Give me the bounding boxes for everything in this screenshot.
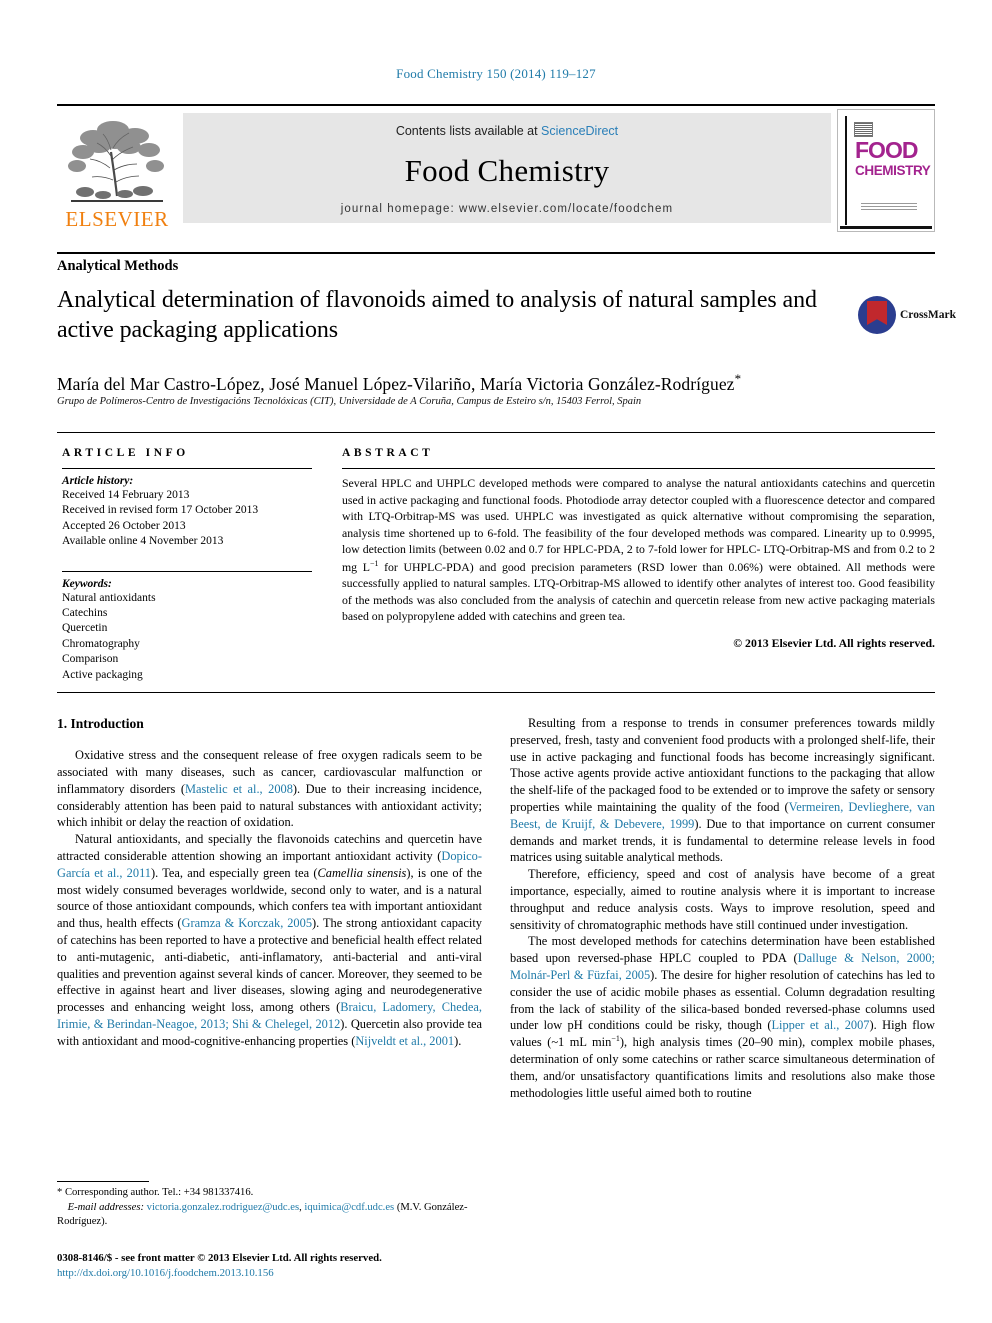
journal-cover-thumbnail: FOOD CHEMISTRY: [837, 109, 935, 232]
contents-available-line: Contents lists available at ScienceDirec…: [396, 124, 618, 138]
introduction-heading: 1. Introduction: [57, 716, 144, 731]
body-superscript: −1: [611, 1034, 620, 1044]
journal-masthead: ELSEVIER Contents lists available at Sci…: [57, 104, 935, 232]
crossmark-badge[interactable]: CrossMark: [858, 292, 956, 338]
article-history-item: Received in revised form 17 October 2013: [62, 504, 259, 517]
citation-link[interactable]: Mastelic et al., 2008: [185, 782, 293, 796]
cover-stamp-icon: [854, 122, 873, 137]
abstract-part-2: for UHPLC-PDA) and good precision parame…: [342, 559, 935, 624]
citation-link[interactable]: Nijveldt et al., 2001: [355, 1034, 454, 1048]
running-head: Food Chemistry 150 (2014) 119–127: [396, 66, 596, 81]
paragraph: Natural antioxidants, and specially the …: [57, 831, 482, 1049]
paragraph: The most developed methods for catechins…: [510, 933, 935, 1101]
article-info-heading: ARTICLE INFO: [62, 447, 189, 459]
email-label: E-mail addresses:: [67, 1201, 144, 1213]
article-info-block: ARTICLE INFO Article history: Received 1…: [62, 447, 312, 683]
elsevier-tree-icon: [68, 121, 164, 202]
abstract-copyright: © 2013 Elsevier Ltd. All rights reserved…: [733, 635, 935, 650]
keywords-label: Keywords:: [62, 577, 112, 590]
cover-title-food: FOOD: [855, 137, 918, 163]
email-note: E-mail addresses: victoria.gonzalez.rodr…: [57, 1201, 487, 1230]
keyword-item: Natural antioxidants: [62, 591, 156, 604]
paragraph: Therefore, efficiency, speed and cost of…: [510, 867, 935, 932]
corresponding-author-note: * Corresponding author. Tel.: +34 981337…: [57, 1187, 254, 1198]
affiliation: Grupo de Polímeros-Centro de Investigaci…: [57, 396, 642, 407]
abstract-text: Several HPLC and UHPLC developed methods…: [342, 475, 935, 625]
keyword-item: Comparison: [62, 653, 119, 666]
keywords-rule: [62, 570, 312, 572]
article-history-label: Article history:: [62, 475, 134, 487]
keyword-item: Chromatography: [62, 637, 140, 650]
cover-inner: FOOD CHEMISTRY: [845, 116, 931, 225]
page-title: Analytical determination of flavonoids a…: [57, 287, 817, 344]
keyword-item: Quercetin: [62, 622, 108, 635]
elsevier-logo: ELSEVIER: [57, 113, 177, 232]
email-link-1[interactable]: victoria.gonzalez.rodriguez@udc.es: [147, 1202, 299, 1213]
elsevier-wordmark: ELSEVIER: [65, 207, 169, 231]
journal-banner: Contents lists available at ScienceDirec…: [183, 113, 831, 223]
article-history-item: Accepted 26 October 2013: [62, 519, 186, 532]
info-block-top-rule: [57, 432, 935, 433]
paragraph: Oxidative stress and the consequent rele…: [57, 747, 482, 831]
crossmark-icon: [858, 296, 896, 334]
abstract-block: ABSTRACT Several HPLC and UHPLC develope…: [342, 447, 935, 651]
crossmark-label: CrossMark: [900, 309, 957, 321]
doi-link[interactable]: http://dx.doi.org/10.1016/j.foodchem.201…: [57, 1266, 527, 1281]
abstract-rule: [342, 468, 935, 469]
citation-link[interactable]: Gramza & Korczak, 2005: [182, 916, 312, 930]
species-name: Camellia sinensis: [317, 865, 407, 880]
keyword-item: Active packaging: [62, 668, 143, 681]
author-names: María del Mar Castro-López, José Manuel …: [57, 373, 735, 394]
info-block-bottom-rule: [57, 692, 935, 693]
body-column-left: 1. Introduction Oxidative stress and the…: [57, 715, 482, 1050]
article-info-rule: [62, 468, 312, 469]
section-label: Analytical Methods: [57, 258, 179, 274]
email-link-2[interactable]: iquimica@cdf.udc.es: [304, 1202, 394, 1213]
abstract-heading: ABSTRACT: [342, 447, 434, 459]
citation-link[interactable]: Lipper et al., 2007: [771, 1018, 869, 1032]
section-divider: [57, 252, 935, 254]
sciencedirect-link[interactable]: ScienceDirect: [541, 124, 618, 138]
issn-line: 0308-8146/$ - see front matter © 2013 El…: [57, 1252, 382, 1264]
text-run: Natural antioxidants, and specially the …: [57, 832, 482, 864]
keywords-block: Keywords: Natural antioxidants Catechins…: [62, 570, 312, 683]
paragraph: Resulting from a response to trends in c…: [510, 715, 935, 866]
issn-copyright-block: 0308-8146/$ - see front matter © 2013 El…: [57, 1251, 527, 1282]
journal-homepage-link[interactable]: journal homepage: www.elsevier.com/locat…: [341, 203, 673, 215]
cover-title-chemistry: CHEMISTRY: [855, 163, 931, 178]
contents-prefix: Contents lists available at: [395, 124, 542, 138]
cover-bottom-bar: [840, 226, 932, 229]
text-run: ).: [454, 1033, 462, 1048]
text-run: ). Tea, and especially green tea (: [151, 865, 318, 880]
corresponding-author-marker: *: [734, 371, 742, 386]
author-list: María del Mar Castro-López, José Manuel …: [57, 371, 935, 395]
article-history-item: Available online 4 November 2013: [62, 535, 224, 548]
body-column-right: Resulting from a response to trends in c…: [510, 715, 935, 1101]
cover-footer-lines: [861, 203, 917, 211]
keyword-item: Catechins: [62, 607, 108, 620]
footnote-rule: [57, 1181, 149, 1182]
article-history-item: Received 14 February 2013: [62, 489, 190, 501]
footnote-block: * Corresponding author. Tel.: +34 981337…: [57, 1186, 487, 1230]
journal-title: Food Chemistry: [404, 153, 610, 188]
paper-page: Food Chemistry 150 (2014) 119–127 ELSEVI…: [0, 0, 992, 1323]
